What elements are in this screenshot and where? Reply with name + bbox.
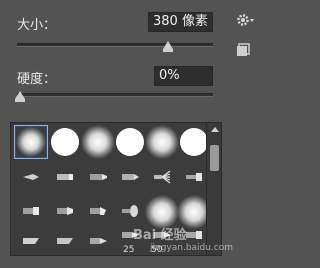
brush-preset-soft-round[interactable] bbox=[145, 125, 179, 159]
scrollbar-thumb[interactable] bbox=[210, 145, 219, 171]
curve-tip-icon bbox=[57, 207, 73, 215]
brush-list-scrollbar[interactable] bbox=[206, 123, 221, 255]
size-input[interactable]: 380 像素 bbox=[148, 12, 213, 32]
brush-preset-soft-round[interactable] bbox=[14, 125, 48, 159]
brush-tip-soft bbox=[16, 127, 46, 157]
watermark-url: jingyan.baidu.com bbox=[150, 243, 234, 253]
pen-tip-icon bbox=[90, 238, 107, 244]
flat-tip-icon bbox=[186, 231, 202, 239]
gear-icon[interactable] bbox=[236, 12, 256, 28]
brush-preset-pencil[interactable] bbox=[14, 161, 48, 195]
hardness-label: 硬度： bbox=[17, 72, 57, 87]
brush-preset-picker: 大小： 380 像素 硬度： 0% 25 50 Bai 经验 jingyan.b… bbox=[0, 0, 267, 268]
brush-preset-flat-blunt[interactable] bbox=[14, 195, 48, 229]
size-slider-thumb[interactable] bbox=[162, 41, 173, 52]
wedge-tip-icon bbox=[23, 238, 39, 244]
brush-tip-soft bbox=[145, 125, 179, 159]
size-slider-track[interactable] bbox=[17, 43, 213, 47]
angle-tip-icon bbox=[90, 207, 106, 215]
marker-tip-icon bbox=[90, 174, 107, 180]
new-preset-icon[interactable] bbox=[236, 42, 250, 56]
brush-preset-soft-round[interactable] bbox=[81, 125, 115, 159]
brush-tip-hard bbox=[116, 128, 144, 156]
brush-preset-angle[interactable] bbox=[81, 195, 115, 229]
brush-presets-list: 25 50 bbox=[10, 122, 222, 256]
size-label: 大小： bbox=[17, 18, 57, 33]
pencil-tip-icon bbox=[23, 174, 39, 180]
brush-tip-soft bbox=[81, 125, 115, 159]
brush-preset-fan[interactable] bbox=[145, 161, 179, 195]
blunt-tip-icon bbox=[23, 207, 39, 215]
hardness-slider-track[interactable] bbox=[17, 93, 213, 97]
brush-preset-pen[interactable] bbox=[81, 227, 115, 255]
brush-preset-wedge[interactable] bbox=[14, 227, 48, 255]
brush-preset-flat-curve[interactable] bbox=[48, 195, 82, 229]
brush-preset-crayon[interactable] bbox=[113, 161, 147, 195]
fan-brush-icon bbox=[154, 170, 171, 184]
brush-tip-hard bbox=[51, 128, 79, 156]
hardness-input[interactable]: 0% bbox=[154, 66, 213, 86]
brush-preset-marker[interactable] bbox=[81, 161, 115, 195]
flat-brush-icon bbox=[186, 173, 202, 181]
brush-size-label: 25 bbox=[123, 245, 135, 255]
wedge-tip-icon bbox=[57, 238, 73, 244]
crayon-tip-icon bbox=[122, 174, 139, 180]
chalk-tip-icon bbox=[57, 174, 73, 180]
brush-tip-hard bbox=[180, 128, 208, 156]
bristle-tip-icon bbox=[122, 205, 138, 217]
brush-preset-hard-round[interactable] bbox=[48, 125, 82, 159]
brush-preset-wedge[interactable] bbox=[48, 227, 82, 255]
watermark-text: Bai 经验 bbox=[133, 228, 187, 243]
brush-preset-hard-round[interactable] bbox=[113, 125, 147, 159]
scroll-up-icon[interactable] bbox=[211, 127, 219, 132]
hardness-slider-thumb[interactable] bbox=[15, 91, 25, 102]
brush-preset-chalk[interactable] bbox=[48, 161, 82, 195]
